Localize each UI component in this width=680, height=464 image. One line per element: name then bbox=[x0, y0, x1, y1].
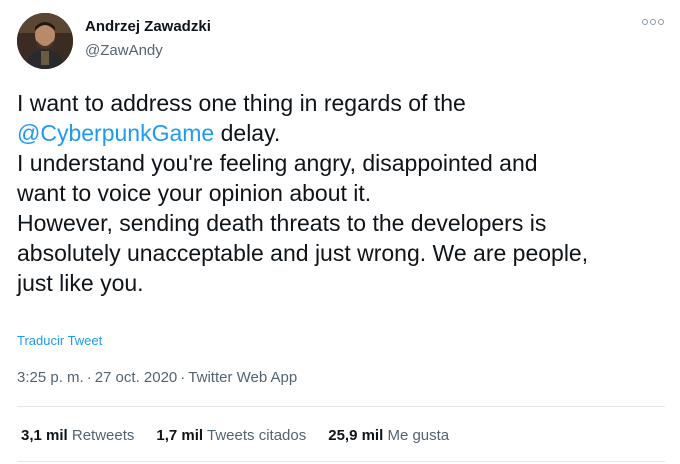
tweet-line: @CyberpunkGame delay. bbox=[17, 118, 672, 148]
more-horizontal-icon[interactable] bbox=[642, 19, 664, 25]
mention-link[interactable]: @CyberpunkGame bbox=[17, 120, 214, 146]
translate-link[interactable]: Traducir Tweet bbox=[17, 333, 102, 348]
tweet-line: I want to address one thing in regards o… bbox=[17, 90, 466, 116]
retweets-stat[interactable]: 3,1 mil Retweets bbox=[21, 427, 134, 444]
quotes-stat[interactable]: 1,7 mil Tweets citados bbox=[156, 427, 306, 444]
tweet-text: I want to address one thing in regards o… bbox=[17, 88, 672, 298]
author-handle[interactable]: @ZawAndy bbox=[85, 42, 163, 59]
tweet-card: Andrzej Zawadzki @ZawAndy I want to addr… bbox=[0, 0, 680, 464]
quotes-label: Tweets citados bbox=[207, 427, 307, 444]
retweets-label: Retweets bbox=[71, 427, 135, 444]
tweet-line: want to voice your opinion about it. bbox=[17, 180, 372, 206]
author-name[interactable]: Andrzej Zawadzki bbox=[85, 18, 211, 35]
tweet-meta: 3:25 p. m. · 27 oct. 2020 · Twitter Web App bbox=[17, 369, 297, 386]
tweet-line: absolutely unacceptable and just wrong. … bbox=[17, 240, 589, 266]
tweet-source[interactable]: Twitter Web App bbox=[188, 369, 297, 386]
quotes-count: 1,7 mil bbox=[156, 427, 204, 444]
tweet-line: just like you. bbox=[17, 270, 144, 296]
tweet-line-rest: delay. bbox=[214, 120, 281, 146]
likes-count: 25,9 mil bbox=[328, 427, 384, 444]
likes-stat[interactable]: 25,9 mil Me gusta bbox=[328, 427, 449, 444]
meta-separator: · bbox=[180, 369, 186, 386]
divider bbox=[17, 461, 665, 462]
divider bbox=[17, 406, 665, 407]
meta-separator: · bbox=[86, 369, 92, 386]
more-dot bbox=[642, 19, 648, 25]
more-dot bbox=[658, 19, 664, 25]
retweets-count: 3,1 mil bbox=[21, 427, 68, 444]
tweet-date[interactable]: 27 oct. 2020 bbox=[95, 369, 178, 386]
avatar[interactable] bbox=[17, 13, 73, 69]
tweet-line: I understand you're feeling angry, disap… bbox=[17, 150, 538, 176]
tweet-time[interactable]: 3:25 p. m. bbox=[17, 369, 84, 386]
tweet-line: However, sending death threats to the de… bbox=[17, 210, 547, 236]
more-dot bbox=[650, 19, 656, 25]
likes-label: Me gusta bbox=[387, 427, 450, 444]
tweet-stats: 3,1 mil Retweets 1,7 mil Tweets citados … bbox=[21, 427, 449, 444]
avatar-image bbox=[17, 13, 73, 69]
